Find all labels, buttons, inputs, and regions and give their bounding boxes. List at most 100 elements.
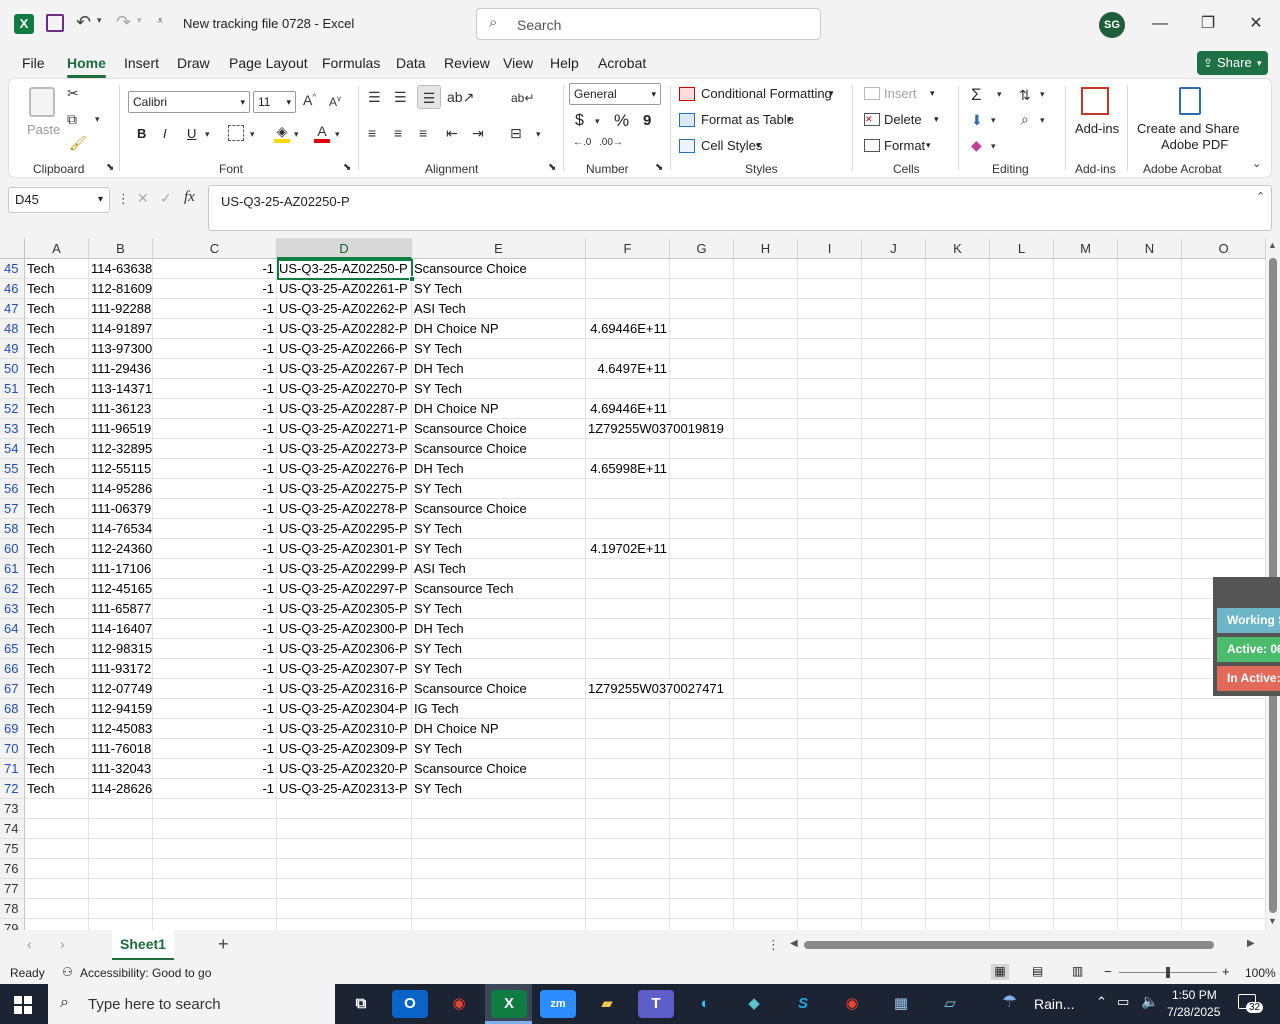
cell-h69[interactable] — [734, 719, 798, 739]
find-select-dropdown-icon[interactable]: ▾ — [1040, 115, 1045, 126]
cell-l51[interactable] — [990, 379, 1054, 399]
cell-a50[interactable]: Tech — [25, 359, 89, 379]
cell-e68[interactable]: IG Tech — [412, 699, 586, 719]
cell-b64[interactable]: 114-16407 — [89, 619, 153, 639]
cell-k52[interactable] — [926, 399, 990, 419]
cell-k70[interactable] — [926, 739, 990, 759]
page-layout-view-icon[interactable]: ▤ — [1032, 964, 1043, 978]
underline-dropdown-icon[interactable]: ▾ — [205, 129, 210, 140]
windows-start-icon[interactable] — [14, 996, 32, 1014]
cell-f56[interactable] — [586, 479, 670, 499]
cell-n57[interactable] — [1118, 499, 1182, 519]
cell-l53[interactable] — [990, 419, 1054, 439]
cell-m53[interactable] — [1054, 419, 1118, 439]
cell-h48[interactable] — [734, 319, 798, 339]
row-header[interactable]: 52 — [0, 399, 25, 419]
cell-i71[interactable] — [798, 759, 862, 779]
cell-b45[interactable]: 114-63638 — [89, 259, 153, 279]
cell-b79[interactable] — [89, 919, 153, 930]
cell-i57[interactable] — [798, 499, 862, 519]
cell-d58[interactable]: US-Q3-25-AZ02295-P — [277, 519, 412, 539]
cell-c58[interactable]: -1 — [153, 519, 277, 539]
cell-d69[interactable]: US-Q3-25-AZ02310-P — [277, 719, 412, 739]
cell-m51[interactable] — [1054, 379, 1118, 399]
cell-b46[interactable]: 112-81609 — [89, 279, 153, 299]
avatar[interactable]: SG — [1099, 12, 1125, 38]
cell-l52[interactable] — [990, 399, 1054, 419]
cell-g61[interactable] — [670, 559, 734, 579]
cell-g65[interactable] — [670, 639, 734, 659]
cell-d68[interactable]: US-Q3-25-AZ02304-P — [277, 699, 412, 719]
cell-j61[interactable] — [862, 559, 926, 579]
cell-m63[interactable] — [1054, 599, 1118, 619]
cell-c71[interactable]: -1 — [153, 759, 277, 779]
cell-l61[interactable] — [990, 559, 1054, 579]
comma-button[interactable]: 9 — [643, 112, 651, 129]
cell-e78[interactable] — [412, 899, 586, 919]
cell-k67[interactable] — [926, 679, 990, 699]
increase-indent-icon[interactable]: ⇥ — [472, 125, 484, 142]
fill-color-dropdown-icon[interactable]: ▾ — [294, 129, 299, 140]
column-header-c[interactable]: C — [153, 238, 277, 259]
copy-icon[interactable]: ⧉ — [67, 111, 77, 128]
cell-e77[interactable] — [412, 879, 586, 899]
underline-button[interactable]: U — [187, 126, 196, 141]
share-button[interactable]: ⇪ Share ▾ — [1197, 51, 1268, 75]
cell-f46[interactable] — [586, 279, 670, 299]
cell-i79[interactable] — [798, 919, 862, 930]
row-header[interactable]: 64 — [0, 619, 25, 639]
cell-e54[interactable]: Scansource Choice — [412, 439, 586, 459]
cell-d57[interactable]: US-Q3-25-AZ02278-P — [277, 499, 412, 519]
cell-c63[interactable]: -1 — [153, 599, 277, 619]
name-box[interactable]: D45 ▾ — [8, 187, 110, 213]
cell-n73[interactable] — [1118, 799, 1182, 819]
cell-j56[interactable] — [862, 479, 926, 499]
cell-h51[interactable] — [734, 379, 798, 399]
cell-i53[interactable] — [798, 419, 862, 439]
cell-l75[interactable] — [990, 839, 1054, 859]
column-header-h[interactable]: H — [734, 238, 798, 259]
more-icon[interactable]: ⋮ — [117, 191, 130, 207]
cell-a58[interactable]: Tech — [25, 519, 89, 539]
cell-g63[interactable] — [670, 599, 734, 619]
cell-d62[interactable]: US-Q3-25-AZ02297-P — [277, 579, 412, 599]
tab-formulas[interactable]: Formulas — [322, 55, 380, 71]
tab-data[interactable]: Data — [396, 55, 426, 71]
cell-i56[interactable] — [798, 479, 862, 499]
cell-n63[interactable] — [1118, 599, 1182, 619]
cell-d49[interactable]: US-Q3-25-AZ02266-P — [277, 339, 412, 359]
cell-e72[interactable]: SY Tech — [412, 779, 586, 799]
cell-h61[interactable] — [734, 559, 798, 579]
cell-f65[interactable] — [586, 639, 670, 659]
cell-a45[interactable]: Tech — [25, 259, 89, 279]
cell-g55[interactable] — [670, 459, 734, 479]
cell-b68[interactable]: 112-94159 — [89, 699, 153, 719]
cell-h73[interactable] — [734, 799, 798, 819]
number-format-select[interactable]: General ▾ — [569, 83, 661, 105]
horizontal-scroll-thumb[interactable] — [804, 941, 1214, 949]
cell-h60[interactable] — [734, 539, 798, 559]
cell-i45[interactable] — [798, 259, 862, 279]
align-middle-icon[interactable]: ☰ — [394, 89, 407, 106]
cell-o60[interactable] — [1182, 539, 1266, 559]
cell-c49[interactable]: -1 — [153, 339, 277, 359]
cell-f49[interactable] — [586, 339, 670, 359]
cell-h45[interactable] — [734, 259, 798, 279]
column-header-d[interactable]: D — [277, 238, 412, 259]
cell-l57[interactable] — [990, 499, 1054, 519]
column-header-i[interactable]: I — [798, 238, 862, 259]
cell-f63[interactable] — [586, 599, 670, 619]
weather-icon[interactable]: ☂ — [1002, 992, 1017, 1012]
cell-c57[interactable]: -1 — [153, 499, 277, 519]
cell-c45[interactable]: -1 — [153, 259, 277, 279]
clear-icon[interactable]: ◆ — [971, 137, 982, 154]
row-header[interactable]: 47 — [0, 299, 25, 319]
cell-m70[interactable] — [1054, 739, 1118, 759]
cell-h71[interactable] — [734, 759, 798, 779]
cell-b55[interactable]: 112-55115 — [89, 459, 153, 479]
cell-k76[interactable] — [926, 859, 990, 879]
increase-decimal-icon[interactable]: ←.0 — [573, 137, 591, 148]
cell-c76[interactable] — [153, 859, 277, 879]
cell-h64[interactable] — [734, 619, 798, 639]
cell-j51[interactable] — [862, 379, 926, 399]
